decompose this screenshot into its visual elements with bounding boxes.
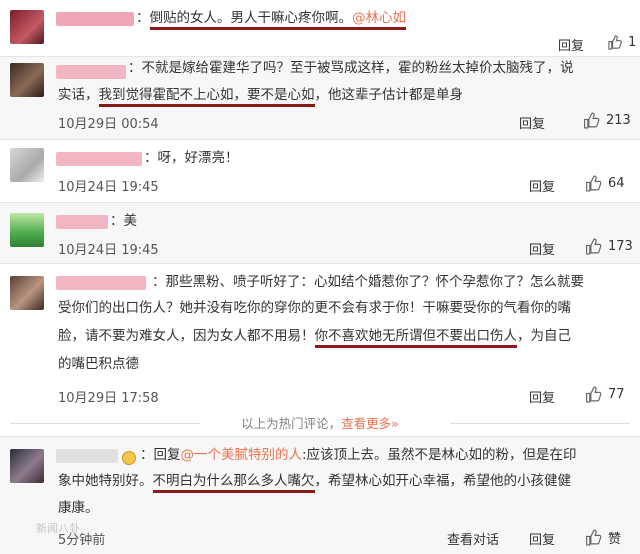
- username-blurred[interactable]: [56, 12, 134, 26]
- comment-4: ：美 10月24日 19:45 回复 173: [0, 203, 640, 263]
- timestamp: 10月24日 19:45: [58, 243, 159, 258]
- comment-text-line3: 脸，请不要为难女人，因为女人都不用易！你不喜欢她无所谓但不要出口伤人，为自己: [58, 322, 571, 351]
- username-blurred[interactable]: [56, 215, 108, 229]
- comment-text: ：回复@一个美腻特别的人:应该顶上去。虽然不是林心如的粉，但是在印: [140, 447, 577, 463]
- reply-button[interactable]: 回复: [519, 113, 545, 132]
- thumbs-up-icon: [586, 386, 602, 403]
- avatar[interactable]: [10, 449, 44, 483]
- thumbs-up-icon: [586, 175, 602, 192]
- comment-text: ：美: [110, 213, 137, 229]
- timestamp: 10月29日 00:54: [58, 117, 159, 132]
- comment-text: ：不就是嫁给霍建华了吗？至于被骂成这样，霍的粉丝太掉价太脑残了，说: [128, 60, 574, 76]
- medal-icon: [122, 451, 136, 465]
- comment-text-line4: 的嘴巴积点德: [58, 356, 139, 372]
- comment-text-line2: 象中她特别好。不明白为什么那么多人嘴欠，希望林心如开心幸福，希望他的小孩健健: [58, 467, 571, 496]
- username-blurred[interactable]: [56, 152, 142, 166]
- reply-button[interactable]: 回复: [558, 35, 584, 54]
- hot-comments-notice: 以上为热门评论，查看更多»: [241, 416, 399, 431]
- timestamp: 10月24日 19:45: [58, 180, 159, 195]
- like-button[interactable]: 213: [582, 112, 631, 129]
- reply-button[interactable]: 回复: [529, 529, 555, 548]
- thumbs-up-icon: [586, 238, 602, 255]
- comment-1: ：倒贴的女人。男人干嘛心疼你啊。@林心如 回复 1: [0, 0, 640, 56]
- reply-button[interactable]: 回复: [529, 387, 555, 406]
- mention-link[interactable]: @一个美腻特别的人: [181, 447, 303, 463]
- watermark: 新闻八卦: [36, 522, 80, 535]
- avatar[interactable]: [10, 63, 44, 97]
- comment-text-line2: 实话，我到觉得霍配不上心如，要不是心如，他这辈子估计都是单身: [58, 81, 463, 110]
- thumbs-up-icon: [586, 529, 602, 546]
- thumbs-up-icon: [608, 35, 622, 50]
- comment-3: ：呀，好漂亮！ 10月24日 19:45 回复 64: [0, 140, 640, 202]
- like-button[interactable]: 77: [584, 386, 625, 403]
- comment-text: ：那些黑粉、喷子听好了：心如结个婚惹你了？怀个孕惹你了？怎么就要: [152, 274, 584, 290]
- like-button[interactable]: 1: [607, 35, 636, 50]
- like-button[interactable]: 赞: [584, 528, 621, 547]
- avatar[interactable]: [10, 148, 44, 182]
- avatar[interactable]: [10, 276, 44, 310]
- latest-comment: ：回复@一个美腻特别的人:应该顶上去。虽然不是林心如的粉，但是在印 象中她特别好…: [0, 437, 640, 554]
- reply-button[interactable]: 回复: [529, 239, 555, 258]
- comment-text: ：呀，好漂亮！: [144, 150, 239, 166]
- comment-text-line2: 受你们的出口伤人？她并没有吃你的穿你的更不会有求于你！干嘛要受你的气看你的嘴: [58, 300, 571, 316]
- username-blurred[interactable]: [56, 276, 146, 290]
- comment-2: ：不就是嫁给霍建华了吗？至于被骂成这样，霍的粉丝太掉价太脑残了，说 实话，我到觉…: [0, 57, 640, 139]
- view-more-link[interactable]: 查看更多»: [341, 416, 399, 431]
- comment-text: ：倒贴的女人。男人干嘛心疼你啊。@林心如: [136, 4, 406, 33]
- view-dialog-button[interactable]: 查看对话: [447, 529, 499, 548]
- username-blurred[interactable]: [56, 449, 118, 463]
- comment-text-line3: 康康。: [58, 500, 99, 516]
- timestamp: 10月29日 17:58: [58, 391, 159, 406]
- like-button[interactable]: 64: [584, 175, 625, 192]
- thumbs-up-icon: [584, 112, 600, 129]
- comment-5: ：那些黑粉、喷子听好了：心如结个婚惹你了？怀个孕惹你了？怎么就要 受你们的出口伤…: [0, 264, 640, 406]
- avatar[interactable]: [10, 10, 44, 44]
- like-button[interactable]: 173: [584, 238, 633, 255]
- mention-link[interactable]: @林心如: [352, 10, 406, 26]
- username-blurred[interactable]: [56, 65, 126, 79]
- avatar[interactable]: [10, 213, 44, 247]
- reply-button[interactable]: 回复: [529, 176, 555, 195]
